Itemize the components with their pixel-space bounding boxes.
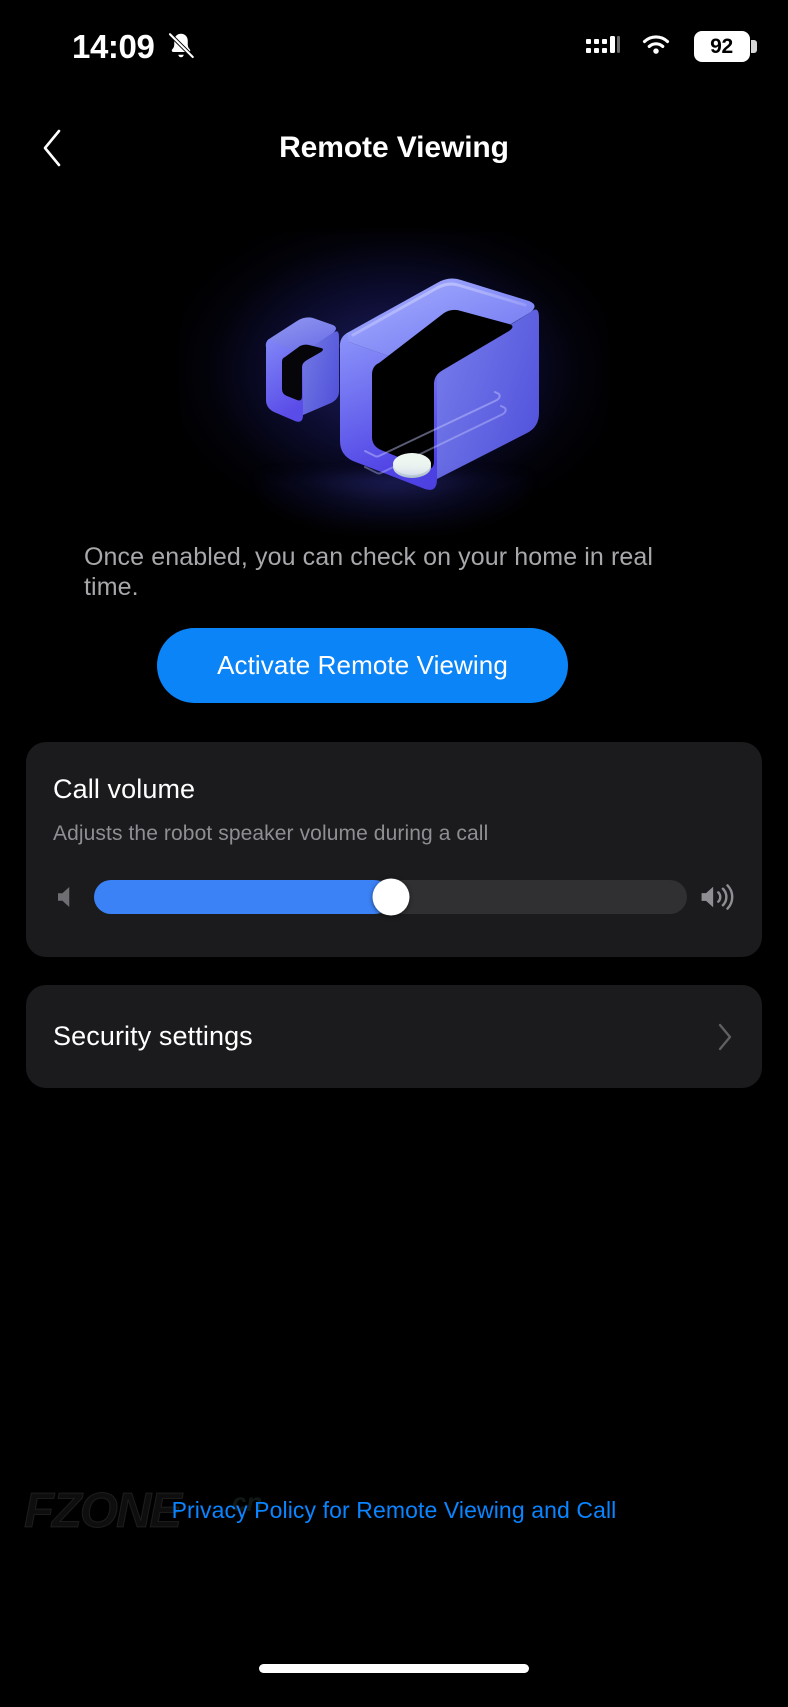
call-volume-slider-thumb[interactable] [372,878,409,916]
status-bar: 14:09 92 [0,0,788,92]
security-settings-card: Security settings [26,985,762,1088]
security-settings-row[interactable]: Security settings [26,985,762,1088]
speaker-high-icon [701,884,734,910]
home-indicator-bar[interactable] [259,1664,529,1673]
security-settings-label: Security settings [53,1021,253,1051]
description-text: Once enabled, you can check on your home… [84,543,654,601]
call-volume-slider-row [53,870,735,924]
wifi-icon [642,35,670,54]
app-header: Remote Viewing [0,110,788,186]
signal-bars-icon [586,36,620,53]
battery-level-label: 92 [710,34,733,58]
activate-remote-viewing-button[interactable]: Activate Remote Viewing [157,628,568,703]
call-volume-subtitle: Adjusts the robot speaker volume during … [53,822,489,845]
battery-cap [751,39,757,53]
battery-icon: 92 [692,30,757,62]
chevron-right-icon [718,1023,732,1050]
call-volume-card: Call volume Adjusts the robot speaker vo… [26,742,762,957]
video-camera-3d-illustration [265,278,539,490]
call-volume-title: Call volume [53,774,196,804]
status-bar-right: 92 [586,30,757,62]
page-title: Remote Viewing [279,131,509,164]
speaker-low-icon [58,887,70,907]
privacy-policy-link[interactable]: Privacy Policy for Remote Viewing and Ca… [0,1497,788,1524]
hero-illustration [0,215,788,532]
bell-muted-icon [168,32,196,59]
call-volume-slider[interactable] [94,878,687,916]
status-bar-clock: 14:09 [72,27,155,65]
status-bar-left: 14:09 [72,30,196,63]
call-volume-slider-fill [94,880,391,914]
